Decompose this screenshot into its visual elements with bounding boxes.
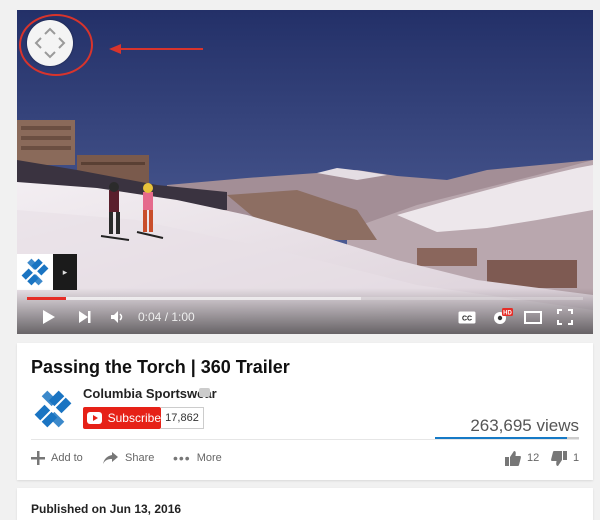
more-label: More <box>196 452 222 464</box>
description-card: Published on Jun 13, 2016 <box>17 488 593 520</box>
next-button[interactable] <box>75 306 95 328</box>
share-button[interactable]: Share <box>103 449 154 467</box>
channel-name-link[interactable]: Columbia Sportswear <box>83 386 217 401</box>
svg-text:HD: HD <box>503 311 512 317</box>
video-player[interactable]: ▸ 0:04 / 1:00 CC HD <box>17 10 593 334</box>
fullscreen-button[interactable] <box>555 306 575 328</box>
thumbs-up-icon <box>505 450 521 466</box>
columbia-logo-icon <box>34 390 72 428</box>
add-to-label: Add to <box>51 452 83 464</box>
play-icon <box>43 310 55 324</box>
like-button[interactable]: 12 <box>505 449 539 467</box>
plus-icon <box>31 451 45 465</box>
subscribe-button[interactable]: Subscribe <box>83 407 161 429</box>
more-button[interactable]: ••• More <box>173 449 222 467</box>
theater-mode-button[interactable] <box>523 306 543 328</box>
360-pan-control-icon[interactable] <box>27 20 73 66</box>
like-count: 12 <box>527 452 540 464</box>
theater-mode-icon <box>524 310 542 324</box>
thumbs-down-icon <box>551 450 567 466</box>
closed-captions-icon: CC <box>458 311 476 323</box>
volume-button[interactable] <box>107 306 127 328</box>
youtube-logo-icon <box>87 412 102 424</box>
skip-next-icon <box>79 311 91 323</box>
svg-text:CC: CC <box>462 315 472 322</box>
volume-icon <box>111 311 123 323</box>
dislike-count: 1 <box>573 452 580 464</box>
elapsed-time: 0:04 <box>138 310 162 324</box>
time-separator: / <box>161 310 172 324</box>
progress-bar[interactable] <box>27 297 583 300</box>
progress-played <box>27 297 66 300</box>
share-label: Share <box>125 452 155 464</box>
share-arrow-icon <box>103 452 118 464</box>
annotation-arrow-icon <box>109 44 203 54</box>
view-count: 263,695 views <box>470 416 579 435</box>
channel-avatar[interactable] <box>29 385 77 433</box>
fullscreen-icon <box>557 309 573 325</box>
publish-date: Published on Jun 13, 2016 <box>31 502 182 516</box>
subscriber-count: 17,862 <box>161 407 204 429</box>
dislike-button[interactable]: 1 <box>551 449 579 467</box>
time-display: 0:04 / 1:00 <box>138 310 195 324</box>
channel-watermark[interactable]: ▸ <box>17 254 77 290</box>
subscribe-label: Subscribe <box>107 411 161 425</box>
video-frame-ski-slope <box>17 10 593 334</box>
video-title: Passing the Torch | 360 Trailer <box>31 357 290 377</box>
more-dots-icon: ••• <box>173 450 191 466</box>
video-info-card: Passing the Torch | 360 Trailer Columbia… <box>17 343 593 480</box>
divider <box>31 439 579 440</box>
columbia-logo-icon <box>17 254 53 290</box>
progress-loaded <box>27 297 361 300</box>
expand-arrow-icon[interactable]: ▸ <box>53 254 77 290</box>
total-duration: 1:00 <box>171 310 195 324</box>
captions-button[interactable]: CC <box>457 306 477 328</box>
verified-badge-icon <box>199 388 210 397</box>
add-to-button[interactable]: Add to <box>31 449 83 467</box>
play-button[interactable] <box>39 306 59 328</box>
settings-button[interactable]: HD <box>491 306 513 328</box>
settings-gear-hd-icon: HD <box>494 308 513 324</box>
